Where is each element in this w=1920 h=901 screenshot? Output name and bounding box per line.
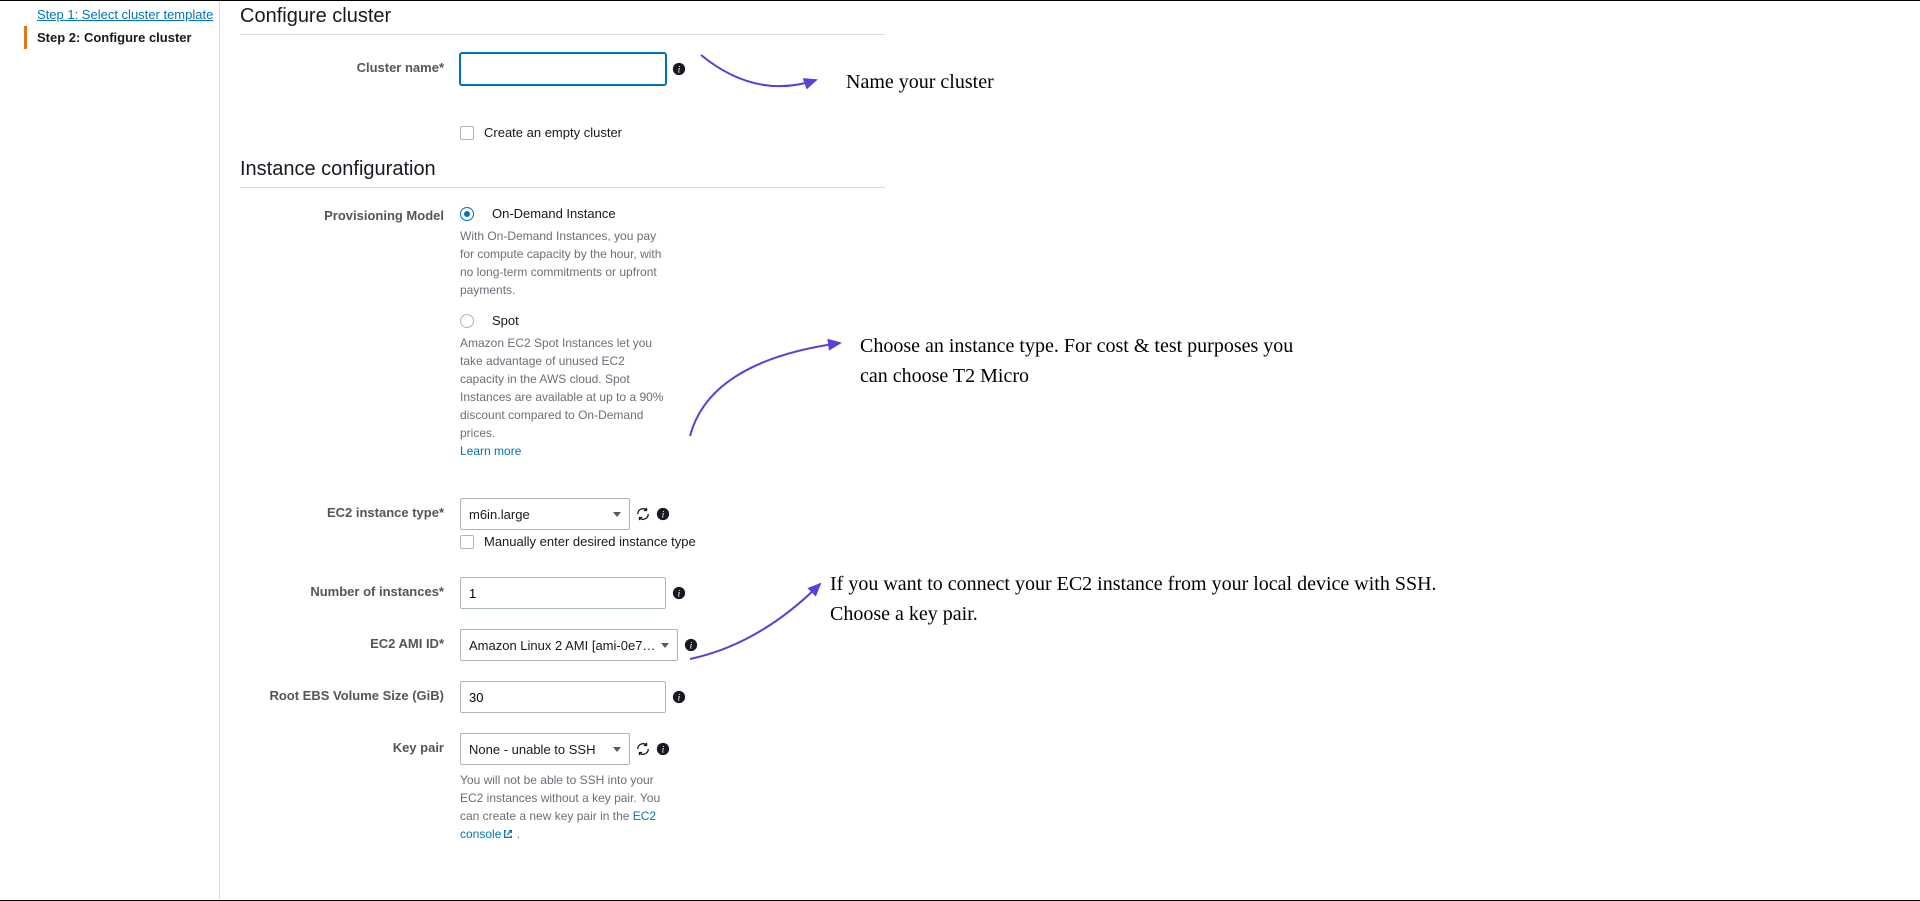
wizard-sidebar: Step 1: Select cluster template Step 2: … xyxy=(0,1,220,900)
ec2-ami-id-select[interactable]: Amazon Linux 2 AMI [ami-0e72… xyxy=(460,629,678,661)
root-ebs-input[interactable] xyxy=(460,681,666,713)
provisioning-spot-label: Spot xyxy=(492,313,519,328)
provisioning-spot-radio[interactable] xyxy=(460,314,474,328)
info-icon[interactable]: i xyxy=(672,586,686,600)
svg-text:i: i xyxy=(678,589,681,600)
info-icon[interactable]: i xyxy=(656,742,670,756)
create-empty-cluster-checkbox[interactable] xyxy=(460,126,474,140)
manual-instance-type-checkbox[interactable] xyxy=(460,535,474,549)
external-link-icon xyxy=(503,826,513,836)
key-pair-label: Key pair xyxy=(240,733,460,755)
svg-text:i: i xyxy=(690,641,693,652)
chevron-down-icon xyxy=(661,643,669,648)
svg-text:i: i xyxy=(678,65,681,76)
section-instance-configuration: Instance configuration xyxy=(240,154,885,188)
create-empty-cluster-label: Create an empty cluster xyxy=(484,125,622,140)
provisioning-ondemand-help: With On-Demand Instances, you pay for co… xyxy=(460,227,670,299)
learn-more-link[interactable]: Learn more xyxy=(460,444,885,458)
root-ebs-label: Root EBS Volume Size (GiB) xyxy=(240,681,460,703)
refresh-icon[interactable] xyxy=(636,742,650,756)
sidebar-item-step1[interactable]: Step 1: Select cluster template xyxy=(24,3,219,26)
provisioning-ondemand-label: On-Demand Instance xyxy=(492,206,616,221)
ec2-instance-type-select[interactable]: m6in.large xyxy=(460,498,630,530)
provisioning-model-label: Provisioning Model xyxy=(240,206,460,223)
provisioning-spot-help: Amazon EC2 Spot Instances let you take a… xyxy=(460,334,670,442)
ec2-ami-id-label: EC2 AMI ID* xyxy=(240,629,460,651)
chevron-down-icon xyxy=(613,512,621,517)
section-configure-cluster: Configure cluster xyxy=(240,1,885,35)
info-icon[interactable]: i xyxy=(684,638,698,652)
cluster-name-label: Cluster name* xyxy=(240,53,460,75)
manual-instance-type-label: Manually enter desired instance type xyxy=(484,534,696,549)
number-of-instances-input[interactable] xyxy=(460,577,666,609)
sidebar-item-step2[interactable]: Step 2: Configure cluster xyxy=(24,26,219,49)
chevron-down-icon xyxy=(613,747,621,752)
refresh-icon[interactable] xyxy=(636,507,650,521)
svg-text:i: i xyxy=(662,745,665,756)
svg-text:i: i xyxy=(678,693,681,704)
ec2-instance-type-label: EC2 instance type* xyxy=(240,498,460,520)
svg-text:i: i xyxy=(662,510,665,521)
key-pair-help: You will not be able to SSH into your EC… xyxy=(460,771,670,843)
info-icon[interactable]: i xyxy=(656,507,670,521)
provisioning-ondemand-radio[interactable] xyxy=(460,207,474,221)
number-of-instances-label: Number of instances* xyxy=(240,577,460,599)
main-content: Configure cluster Cluster name* i Create xyxy=(220,1,1920,900)
info-icon[interactable]: i xyxy=(672,690,686,704)
key-pair-select[interactable]: None - unable to SSH xyxy=(460,733,630,765)
info-icon[interactable]: i xyxy=(672,62,686,76)
cluster-name-input[interactable] xyxy=(460,53,666,85)
